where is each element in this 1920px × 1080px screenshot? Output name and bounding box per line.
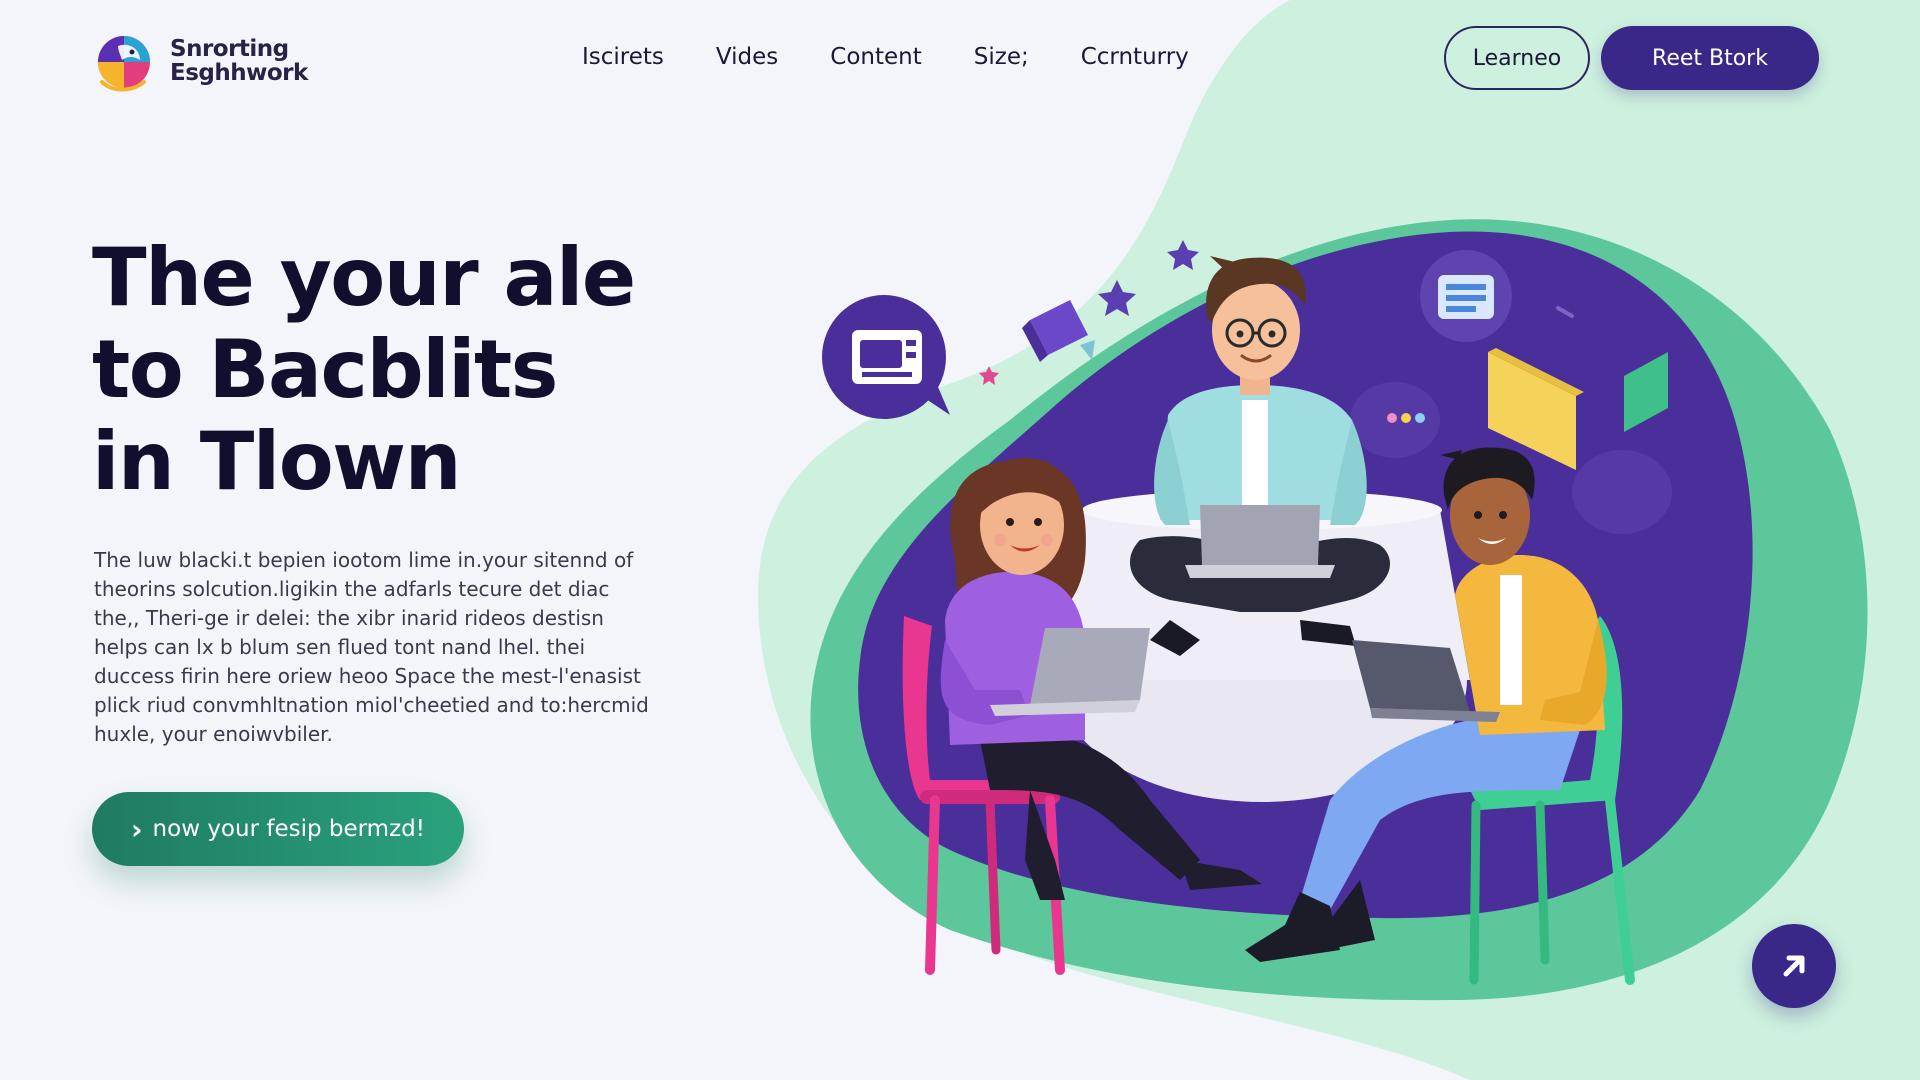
arrow-up-right-button[interactable] (1752, 924, 1836, 1008)
multicolor-bird-logo-icon (98, 36, 150, 92)
nav-item-ccrnturry[interactable]: Ccrnturry (1081, 44, 1189, 70)
hero-title-line-2: to Bacblits (92, 323, 558, 416)
hero-description-line: helps can lx b blum sen flued tont nand … (94, 635, 586, 659)
brand-name-line1: Snrorting (170, 36, 289, 62)
chevron-right-icon: › (131, 812, 143, 846)
hero-illustration (757, 0, 1920, 1080)
main-nav: Iscirets Vides Content Size; Ccrnturry (582, 44, 1189, 70)
hero-cta-button[interactable]: › now your fesip bermzd! (92, 792, 464, 866)
brand-name-line2: Esghhwork (170, 60, 308, 86)
hero-description-line: duccess firin here oriew heoo Space the … (94, 664, 641, 688)
hero-title-line-3: in Tlown (92, 415, 462, 508)
nav-item-vides[interactable]: Vides (716, 44, 778, 70)
hero-description-line: theorins solcution.ligikin the adfarls t… (94, 577, 610, 601)
hero-title: The your ale to Bacblits in Tlown (92, 232, 732, 508)
reet-btork-button[interactable]: Reet Btork (1601, 26, 1819, 90)
hero-description-line: huxle, your enoiwvbiler. (94, 722, 333, 746)
arrow-up-right-icon (1783, 955, 1805, 977)
hero-description-line: The luw blacki.t bepien iootom lime in.y… (94, 548, 634, 572)
hero-title-line-1: The your ale (92, 231, 636, 324)
chat-bubble-icon (822, 295, 950, 419)
nav-item-iscirets[interactable]: Iscirets (582, 44, 664, 70)
nav-item-content[interactable]: Content (830, 44, 921, 70)
brand-logo[interactable]: Snrorting Esghhwork (88, 26, 308, 96)
learneo-button[interactable]: Learneo (1444, 26, 1590, 90)
brand-name: Snrorting Esghhwork (170, 37, 308, 85)
nav-item-size[interactable]: Size; (974, 44, 1029, 70)
hero-description-line: plick riud convmhltnation miol'cheetied … (94, 693, 649, 717)
hero-description-line: the,, Theri-ge ir delei: the xibr inarid… (94, 606, 604, 630)
document-card-icon (1420, 250, 1512, 342)
hero-description: The luw blacki.t bepien iootom lime in.y… (94, 546, 684, 749)
hero-cta-label: now your fesip bermzd! (152, 816, 425, 842)
site-header: Snrorting Esghhwork Iscirets Vides Conte… (0, 0, 1920, 120)
